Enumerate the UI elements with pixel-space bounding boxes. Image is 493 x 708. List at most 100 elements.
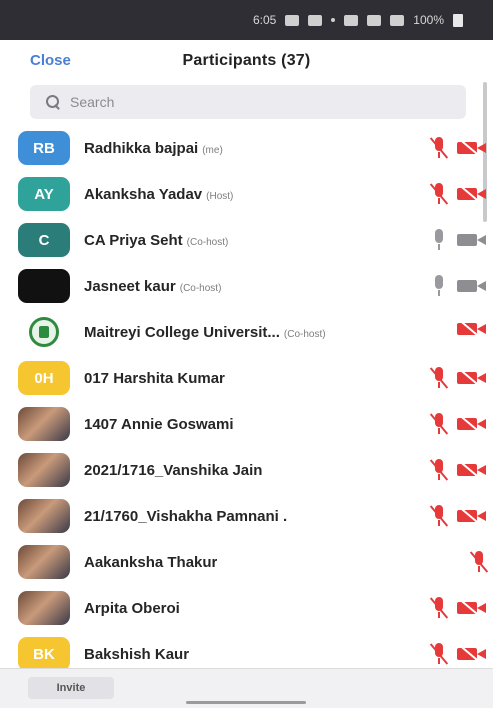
participant-status-icons xyxy=(457,320,487,338)
participant-name-text: Akanksha Yadav xyxy=(84,185,203,203)
participant-name-text: 21/1760_Vishakha Pamnani . xyxy=(84,507,288,525)
header: Close Participants (37) xyxy=(0,40,493,82)
avatar xyxy=(18,545,70,579)
participant-status-icons xyxy=(429,413,487,435)
participant-row[interactable]: 1407 Annie Goswami xyxy=(0,401,493,447)
participant-status-icons xyxy=(429,643,487,665)
participant-name: Jasneet kaur (Co-host) xyxy=(84,278,221,295)
status-bar: 6:05 100% xyxy=(0,0,493,40)
video-off-icon xyxy=(457,461,487,479)
participant-name: Akanksha Yadav (Host) xyxy=(84,186,233,203)
avatar xyxy=(18,269,70,303)
alert-icon xyxy=(308,14,323,26)
participant-row[interactable]: 0H 017 Harshita Kumar xyxy=(0,355,493,401)
participant-status-icons xyxy=(429,137,487,159)
participant-row[interactable]: Arpita Oberoi xyxy=(0,585,493,631)
participant-list: RB Radhikka bajpai (me) AY Akanksha Yadav (Ho… xyxy=(0,125,493,677)
participant-name-text: Bakshish Kaur xyxy=(84,645,190,663)
participant-name: Radhikka bajpai (me) xyxy=(84,140,223,157)
participant-status-icons xyxy=(431,229,487,251)
mic-muted-icon xyxy=(469,551,489,573)
participant-name: Bakshish Kaur xyxy=(84,646,189,663)
participant-status-icons xyxy=(429,183,487,205)
mic-muted-icon xyxy=(429,459,449,481)
participant-status-icons xyxy=(469,551,489,573)
video-off-icon xyxy=(457,320,487,338)
participant-row[interactable]: Maitreyi College Universit... (Co-host) xyxy=(0,309,493,355)
avatar: RB xyxy=(18,131,70,165)
participant-name-text: Aakanksha Thakur xyxy=(84,553,218,571)
participant-name-text: 1407 Annie Goswami xyxy=(84,415,234,433)
cast-icon xyxy=(344,14,359,26)
participant-name-text: 2021/1716_Vanshika Jain xyxy=(84,461,263,479)
avatar xyxy=(18,407,70,441)
participant-name-text: Maitreyi College Universit... xyxy=(84,323,280,341)
participant-name-text: Arpita Oberoi xyxy=(84,599,180,617)
home-indicator xyxy=(186,701,306,704)
participant-row[interactable]: 21/1760_Vishakha Pamnani . xyxy=(0,493,493,539)
signal-icon xyxy=(390,14,405,26)
participant-name-text: 017 Harshita Kumar xyxy=(84,369,225,387)
participant-row[interactable]: Aakanksha Thakur xyxy=(0,539,493,585)
participant-role: (Co-host) xyxy=(179,282,222,294)
search-bar[interactable] xyxy=(30,85,466,119)
participant-status-icons xyxy=(429,459,487,481)
video-off-icon xyxy=(457,645,487,663)
avatar: BK xyxy=(18,637,70,671)
notification-icon xyxy=(285,14,300,26)
battery-icon xyxy=(453,13,463,27)
mic-muted-icon xyxy=(429,413,449,435)
participant-name: CA Priya Seht (Co-host) xyxy=(84,232,228,249)
participant-name-text: Radhikka bajpai xyxy=(84,139,199,157)
participant-name: 1407 Annie Goswami xyxy=(84,416,234,433)
video-icon xyxy=(457,232,487,248)
video-off-icon xyxy=(457,599,487,617)
avatar xyxy=(18,453,70,487)
mic-muted-icon xyxy=(429,137,449,159)
avatar: AY xyxy=(18,177,70,211)
avatar xyxy=(18,315,70,349)
mic-muted-icon xyxy=(429,183,449,205)
invite-button[interactable]: Invite xyxy=(28,677,114,699)
dot-icon xyxy=(331,18,336,22)
participant-role: (Host) xyxy=(206,190,234,202)
mic-muted-icon xyxy=(429,505,449,527)
close-button[interactable]: Close xyxy=(30,52,71,69)
participant-name: Aakanksha Thakur xyxy=(84,554,217,571)
avatar xyxy=(18,499,70,533)
mic-icon xyxy=(431,229,447,251)
video-icon xyxy=(457,278,487,294)
participant-name-text: Jasneet kaur xyxy=(84,277,176,295)
video-off-icon xyxy=(457,139,487,157)
participant-row[interactable]: 2021/1716_Vanshika Jain xyxy=(0,447,493,493)
avatar: C xyxy=(18,223,70,257)
participant-row[interactable]: RB Radhikka bajpai (me) xyxy=(0,125,493,171)
participant-status-icons xyxy=(429,597,487,619)
video-off-icon xyxy=(457,415,487,433)
participant-name: Arpita Oberoi xyxy=(84,600,180,617)
mic-muted-icon xyxy=(429,643,449,665)
participant-row[interactable]: C CA Priya Seht (Co-host) xyxy=(0,217,493,263)
wifi-icon xyxy=(367,14,382,26)
participant-name-text: CA Priya Seht xyxy=(84,231,183,249)
battery-percent: 100% xyxy=(413,13,444,27)
participant-name: 2021/1716_Vanshika Jain xyxy=(84,462,262,479)
status-time: 6:05 xyxy=(252,13,277,27)
video-off-icon xyxy=(457,507,487,525)
avatar xyxy=(18,591,70,625)
participant-name: Maitreyi College Universit... (Co-host) xyxy=(84,324,326,341)
participant-status-icons xyxy=(431,275,487,297)
participant-role: (Co-host) xyxy=(186,236,229,248)
participant-row[interactable]: AY Akanksha Yadav (Host) xyxy=(0,171,493,217)
mic-icon xyxy=(431,275,447,297)
participant-role: (Co-host) xyxy=(283,328,326,340)
participant-name: 017 Harshita Kumar xyxy=(84,370,225,387)
footer: Invite xyxy=(0,668,493,708)
participant-status-icons xyxy=(429,367,487,389)
college-logo-icon xyxy=(29,317,59,347)
video-off-icon xyxy=(457,369,487,387)
participant-status-icons xyxy=(429,505,487,527)
video-off-icon xyxy=(457,185,487,203)
search-input[interactable] xyxy=(70,94,450,110)
participant-row[interactable]: Jasneet kaur (Co-host) xyxy=(0,263,493,309)
